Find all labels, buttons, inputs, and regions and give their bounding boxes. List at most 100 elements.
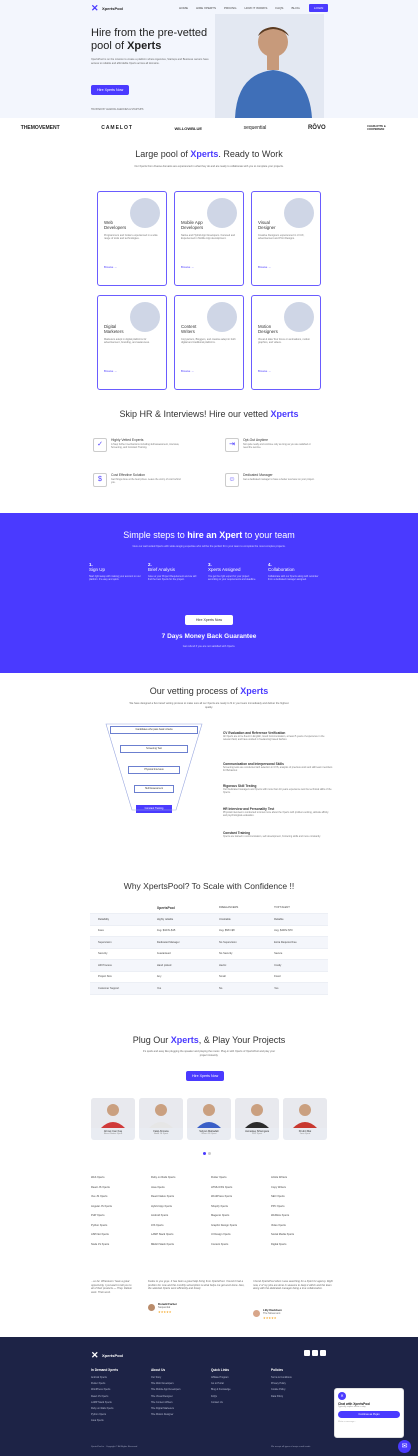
card-visual-designer[interactable]: Visual Designer Creative Designers experi… (251, 191, 321, 286)
xpert-link[interactable]: Node JS Xperts (91, 1240, 112, 1250)
testimonial-3-text: I found XpertsPool when I was searching … (253, 1280, 333, 1291)
browse-link[interactable]: Browse → (258, 265, 271, 269)
xpert-link[interactable]: PPC Xperts (271, 1202, 294, 1212)
card-web-developers[interactable]: Web Developers Programmers and Coders exp… (97, 191, 167, 286)
browse-link[interactable]: Browse → (104, 369, 117, 373)
carousel-dots[interactable] (203, 1152, 211, 1155)
browse-link[interactable]: Browse → (258, 369, 271, 373)
chat-message-input[interactable]: Write a message... (338, 1421, 400, 1423)
xpert-link[interactable]: React JS Xperts (91, 1183, 112, 1193)
xpert-link[interactable]: React Native Xperts (151, 1192, 175, 1202)
marketer-photo-icon (130, 302, 160, 332)
xpert-card[interactable]: Jameslee Sihwngara PHP Xpert (235, 1098, 279, 1140)
hero-section (0, 0, 418, 118)
nav-pricing[interactable]: PRICING (224, 6, 237, 10)
chat-widget[interactable]: ✕ Chat with XpertsPool Typically replies… (334, 1388, 404, 1438)
hero-title: Hire from the pre-vetted pool of Xperts (91, 27, 208, 52)
brand-logo[interactable]: ✕ XpertsPool (91, 4, 123, 13)
xpert-card[interactable]: Sufyan Mahadah React JS Xpert (187, 1098, 231, 1140)
logo-sequential: sequential (243, 125, 267, 131)
xpert-link[interactable]: Magento Xperts (211, 1211, 237, 1221)
xpert-card[interactable]: Ahmet Can Kaş React Native Xpert (91, 1098, 135, 1140)
twitter-icon[interactable] (312, 1350, 318, 1356)
person-photo-icon (293, 1104, 317, 1128)
developer-photo-icon (130, 198, 160, 228)
footer-link[interactable]: Hire Mobile App Developers (151, 1387, 181, 1393)
pool-description: Our Xperts from diverse domains are expe… (134, 165, 284, 168)
facebook-icon[interactable] (304, 1350, 310, 1356)
xpert-link[interactable]: Web Xperts (91, 1173, 112, 1183)
xpert-link[interactable]: iOS Xperts (151, 1221, 175, 1231)
table-row: Customer Support Yes No Yes (90, 982, 328, 995)
footer-link[interactable]: Blog & Knowledge (211, 1387, 231, 1393)
xpert-link[interactable]: ASP.Net Xperts (91, 1230, 112, 1240)
cost-icon: $ (93, 473, 107, 487)
xpert-link[interactable]: Flutter Xperts (211, 1173, 237, 1183)
xpert-link[interactable]: Java Xperts (151, 1183, 175, 1193)
plug-hire-button[interactable]: Hire Xperts Now (186, 1071, 225, 1081)
footer-link[interactable]: Hire Motion Designer (151, 1412, 181, 1418)
xpert-link[interactable]: SEO Xperts (271, 1192, 294, 1202)
xpert-link[interactable]: Angular JS Xperts (91, 1202, 112, 1212)
linkedin-icon[interactable] (320, 1350, 326, 1356)
footer-link[interactable]: Java Xperts (91, 1418, 118, 1424)
footer-link[interactable]: Contact Us (211, 1400, 231, 1406)
xpert-link[interactable]: Video Xperts (271, 1221, 294, 1231)
nav-how-it-works[interactable]: HOW IT WORKS (244, 6, 267, 10)
browse-link[interactable]: Browse → (104, 265, 117, 269)
nav-faqs[interactable]: FAQS (275, 6, 283, 10)
card-motion-designers[interactable]: Motion Designers Visual & data Tour focus… (251, 295, 321, 390)
nav-blog[interactable]: BLOG (291, 6, 299, 10)
xpert-link[interactable]: WordPress Xperts (211, 1192, 237, 1202)
person-photo-icon (101, 1104, 125, 1128)
footer-link[interactable]: Data Policy (271, 1394, 292, 1400)
guarantee-description: Get refund if you are not satisfied with… (182, 645, 236, 648)
xpert-link[interactable]: Ruby on Rails Xperts (151, 1173, 175, 1183)
xpert-link[interactable]: Shopify Xperts (211, 1202, 237, 1212)
xpert-link[interactable]: Python Xperts (91, 1221, 112, 1231)
hire-xperts-button[interactable]: Hire Xperts Now (91, 85, 130, 95)
xpert-link[interactable]: MEAN Stack Xperts (151, 1240, 175, 1250)
xpert-link[interactable]: HTML/CSS Xperts (211, 1183, 237, 1193)
xpert-link[interactable]: Webflow Xperts (271, 1211, 294, 1221)
login-button[interactable]: LOGIN (309, 4, 329, 12)
compare-title: Why XpertsPool? To Scale with Confidence… (123, 881, 295, 891)
xpert-card[interactable]: Fatiq Ahmeta Node JS Xpert (139, 1098, 183, 1140)
xpert-links-col-1: Web Xperts React JS Xperts Vue JS Xperts An… (91, 1173, 112, 1249)
table-row: HR Process Hand picked Hectic Costly (90, 959, 328, 972)
chat-launcher-icon[interactable]: ✉ (398, 1440, 411, 1453)
table-row: Fees Avg. $10/hr-$15 Avg. $5/hr-$8 Avg. $40… (90, 925, 328, 937)
comparison-table: XpertsPool FREELANCERS TOP TALENT Reliabil… (90, 902, 328, 995)
xpert-link[interactable]: Copy Writers (271, 1183, 294, 1193)
xpert-link[interactable]: Android Xperts (151, 1211, 175, 1221)
xpert-link[interactable]: Article Writers (271, 1173, 294, 1183)
footer-logo[interactable]: ✕ XpertsPool (91, 1350, 123, 1360)
card-digital-marketers[interactable]: Digital Marketers Marketers adept in digi… (97, 295, 167, 390)
xpert-link[interactable]: Hybrid App Xperts (151, 1202, 175, 1212)
person-photo-icon (245, 1104, 269, 1128)
avatar (253, 1310, 260, 1318)
pool-title: Large pool of Xperts. Ready to Work (135, 149, 283, 159)
xpert-link[interactable]: Digital Xperts (271, 1240, 294, 1250)
xpert-link[interactable]: Graphic Design Xperts (211, 1221, 237, 1231)
nav-home[interactable]: HOME (179, 6, 188, 10)
logo-x-icon: ✕ (91, 1350, 99, 1360)
browse-link[interactable]: Browse → (181, 265, 194, 269)
xpert-link[interactable]: Content Xperts (211, 1240, 237, 1250)
guarantee-title: 7 Days Money Back Guarantee (161, 633, 257, 640)
card-content-writers[interactable]: Content Writers Copywriters, Bloggers, an… (174, 295, 244, 390)
browse-link[interactable]: Browse → (181, 369, 194, 373)
xpert-link[interactable]: Vue JS Xperts (91, 1192, 112, 1202)
xpert-link[interactable]: Social Media Xperts (271, 1230, 294, 1240)
xpert-link[interactable]: PHP Xperts (91, 1211, 112, 1221)
table-row: Security Guaranteed No Security Secure (90, 948, 328, 960)
plug-description: It's quick and easy like plugging the sp… (142, 1050, 276, 1057)
card-mobile-app-developers[interactable]: Mobile App Developers Native and Hybrid A… (174, 191, 244, 286)
testimonial-2-text: Kudos to you guys. It has been a great h… (148, 1280, 245, 1291)
xpert-link[interactable]: UI Design Xperts (211, 1230, 237, 1240)
xpert-link[interactable]: LAMP Stack Xperts (151, 1230, 175, 1240)
nav-hire-xperts[interactable]: HIRE XPERTS (196, 6, 216, 10)
steps-hire-button[interactable]: Hire Xperts Now (185, 615, 233, 625)
xpert-card[interactable]: Khubri Mai Java Xpert (283, 1098, 327, 1140)
continue-chat-button[interactable]: Continue as Pujan (338, 1411, 400, 1418)
